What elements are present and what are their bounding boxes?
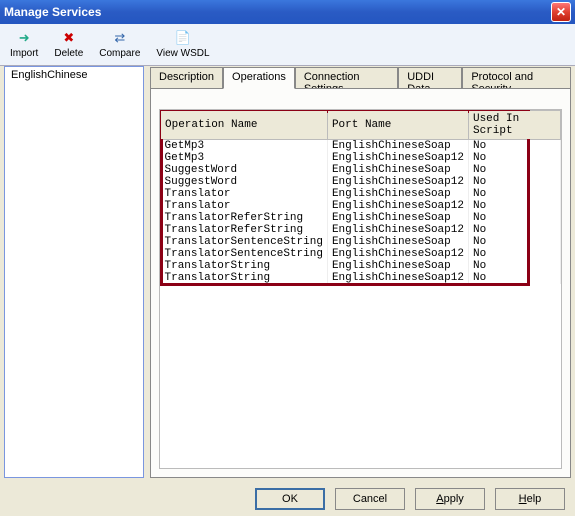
view-wsdl-label: View WSDL bbox=[156, 48, 209, 59]
table-cell: No bbox=[468, 272, 560, 284]
table-cell: No bbox=[468, 212, 560, 224]
table-row[interactable]: TranslatorEnglishChineseSoapNo bbox=[161, 188, 561, 200]
col-used-in-script[interactable]: Used In Script bbox=[468, 111, 560, 140]
table-row[interactable]: GetMp3EnglishChineseSoapNo bbox=[161, 140, 561, 153]
table-cell: No bbox=[468, 248, 560, 260]
import-icon: ➜ bbox=[15, 30, 33, 46]
table-cell: EnglishChineseSoap12 bbox=[327, 152, 468, 164]
table-cell: No bbox=[468, 224, 560, 236]
cancel-button[interactable]: Cancel bbox=[335, 488, 405, 510]
table-cell: EnglishChineseSoap bbox=[327, 260, 468, 272]
titlebar: Manage Services ✕ bbox=[0, 0, 575, 24]
tab-connection-settings[interactable]: Connection Settings bbox=[295, 67, 398, 89]
service-list[interactable]: EnglishChinese bbox=[4, 66, 144, 478]
compare-icon: ⇄ bbox=[111, 30, 129, 46]
table-cell: TranslatorString bbox=[161, 272, 328, 284]
tab-body-operations: Operation Name Port Name Used In Script … bbox=[150, 88, 571, 478]
table-cell: EnglishChineseSoap bbox=[327, 140, 468, 153]
table-row[interactable]: TranslatorReferStringEnglishChineseSoap1… bbox=[161, 224, 561, 236]
table-cell: EnglishChineseSoap12 bbox=[327, 176, 468, 188]
compare-label: Compare bbox=[99, 48, 140, 59]
apply-label: Apply bbox=[436, 493, 464, 505]
table-row[interactable]: TranslatorStringEnglishChineseSoapNo bbox=[161, 260, 561, 272]
table-cell: EnglishChineseSoap bbox=[327, 188, 468, 200]
dialog-footer: OK Cancel Apply Help bbox=[255, 488, 565, 510]
tab-protocol-and-security[interactable]: Protocol and Security bbox=[462, 67, 571, 89]
table-cell: Translator bbox=[161, 188, 328, 200]
import-label: Import bbox=[10, 48, 38, 59]
window-title: Manage Services bbox=[4, 5, 101, 19]
table-cell: SuggestWord bbox=[161, 176, 328, 188]
main-panel: DescriptionOperationsConnection Settings… bbox=[150, 66, 571, 478]
delete-icon: ✖ bbox=[60, 30, 78, 46]
table-cell: TranslatorReferString bbox=[161, 224, 328, 236]
table-cell: Translator bbox=[161, 200, 328, 212]
table-row[interactable]: GetMp3EnglishChineseSoap12No bbox=[161, 152, 561, 164]
service-list-item[interactable]: EnglishChinese bbox=[5, 67, 143, 83]
table-cell: EnglishChineseSoap12 bbox=[327, 200, 468, 212]
table-cell: EnglishChineseSoap12 bbox=[327, 224, 468, 236]
help-label: Help bbox=[519, 493, 542, 505]
table-cell: No bbox=[468, 236, 560, 248]
table-cell: No bbox=[468, 260, 560, 272]
close-button[interactable]: ✕ bbox=[551, 2, 571, 22]
table-cell: EnglishChineseSoap12 bbox=[327, 272, 468, 284]
table-cell: SuggestWord bbox=[161, 164, 328, 176]
table-cell: No bbox=[468, 188, 560, 200]
table-cell: EnglishChineseSoap12 bbox=[327, 248, 468, 260]
table-cell: No bbox=[468, 152, 560, 164]
table-row[interactable]: TranslatorEnglishChineseSoap12No bbox=[161, 200, 561, 212]
table-cell: EnglishChineseSoap bbox=[327, 236, 468, 248]
col-port-name[interactable]: Port Name bbox=[327, 111, 468, 140]
table-row[interactable]: TranslatorSentenceStringEnglishChineseSo… bbox=[161, 236, 561, 248]
table-cell: TranslatorSentenceString bbox=[161, 248, 328, 260]
table-cell: GetMp3 bbox=[161, 152, 328, 164]
compare-button[interactable]: ⇄ Compare bbox=[95, 28, 144, 61]
table-row[interactable]: TranslatorSentenceStringEnglishChineseSo… bbox=[161, 248, 561, 260]
table-cell: No bbox=[468, 200, 560, 212]
table-row[interactable]: SuggestWordEnglishChineseSoapNo bbox=[161, 164, 561, 176]
tab-bar: DescriptionOperationsConnection Settings… bbox=[150, 66, 571, 88]
table-cell: GetMp3 bbox=[161, 140, 328, 153]
table-row[interactable]: TranslatorReferStringEnglishChineseSoapN… bbox=[161, 212, 561, 224]
tab-operations[interactable]: Operations bbox=[223, 67, 295, 89]
import-button[interactable]: ➜ Import bbox=[6, 28, 42, 61]
ok-button[interactable]: OK bbox=[255, 488, 325, 510]
table-row[interactable]: TranslatorStringEnglishChineseSoap12No bbox=[161, 272, 561, 284]
table-cell: No bbox=[468, 140, 560, 153]
table-cell: TranslatorSentenceString bbox=[161, 236, 328, 248]
delete-button[interactable]: ✖ Delete bbox=[50, 28, 87, 61]
operations-table: Operation Name Port Name Used In Script … bbox=[160, 110, 561, 284]
table-cell: No bbox=[468, 176, 560, 188]
view-wsdl-button[interactable]: 📄 View WSDL bbox=[152, 28, 213, 61]
table-row[interactable]: SuggestWordEnglishChineseSoap12No bbox=[161, 176, 561, 188]
apply-button[interactable]: Apply bbox=[415, 488, 485, 510]
operations-table-wrap[interactable]: Operation Name Port Name Used In Script … bbox=[159, 109, 562, 469]
table-cell: No bbox=[468, 164, 560, 176]
col-operation-name[interactable]: Operation Name bbox=[161, 111, 328, 140]
view-wsdl-icon: 📄 bbox=[174, 30, 192, 46]
table-cell: TranslatorString bbox=[161, 260, 328, 272]
tab-description[interactable]: Description bbox=[150, 67, 223, 89]
help-button[interactable]: Help bbox=[495, 488, 565, 510]
close-icon: ✕ bbox=[556, 5, 566, 19]
toolbar: ➜ Import ✖ Delete ⇄ Compare 📄 View WSDL bbox=[0, 24, 575, 66]
table-cell: EnglishChineseSoap bbox=[327, 212, 468, 224]
table-cell: TranslatorReferString bbox=[161, 212, 328, 224]
table-cell: EnglishChineseSoap bbox=[327, 164, 468, 176]
delete-label: Delete bbox=[54, 48, 83, 59]
tab-uddi-data[interactable]: UDDI Data bbox=[398, 67, 462, 89]
